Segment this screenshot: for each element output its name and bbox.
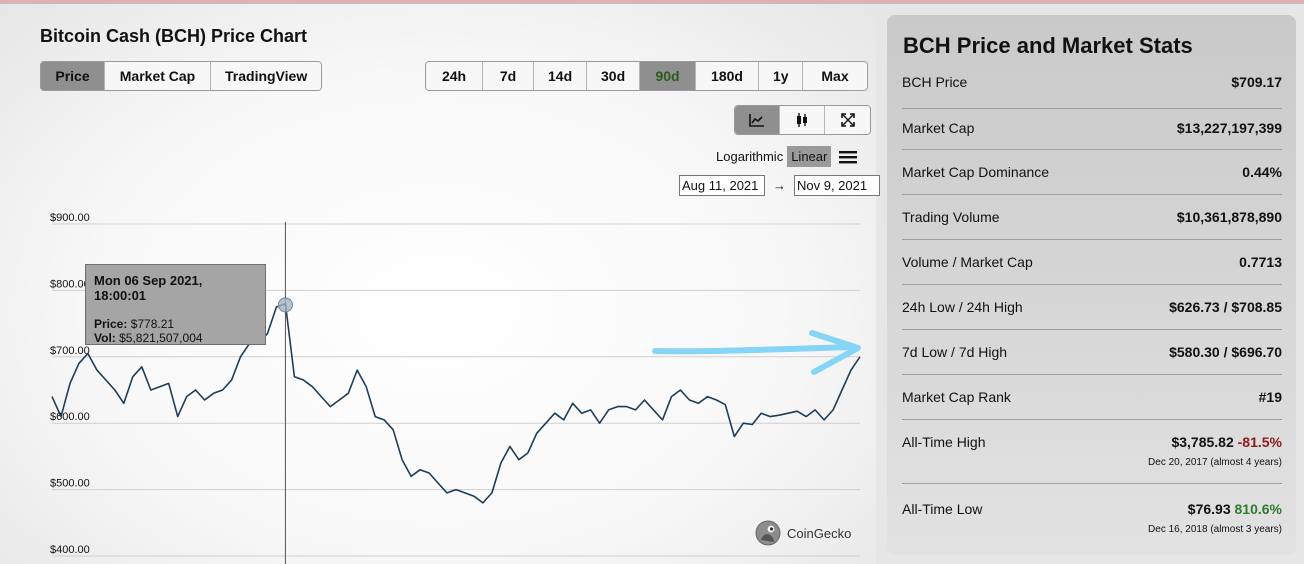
stat-label: Volume / Market Cap (902, 254, 1033, 270)
stat-value: $10,361,878,890 (1176, 209, 1282, 225)
stat-row-volume-market-cap: Volume / Market Cap 0.7713 (902, 239, 1282, 285)
tooltip-vol-value: $5,821,507,004 (119, 331, 203, 345)
stat-row-7d-range: 7d Low / 7d High $580.30 / $696.70 (902, 329, 1282, 375)
stat-row-price: BCH Price $709.17 (902, 72, 1282, 109)
y-tick-label: $900.00 (50, 212, 90, 224)
stat-row-ath: All-Time High $3,785.82 -81.5% Dec 20, 2… (902, 419, 1282, 484)
stats-title: BCH Price and Market Stats (903, 33, 1193, 58)
coingecko-brand[interactable]: CoinGecko (755, 520, 851, 546)
gecko-logo-icon (755, 520, 781, 546)
atl-date: Dec 16, 2018 (almost 3 years) (1148, 524, 1282, 535)
stat-value: 0.7713 (1239, 254, 1282, 270)
stat-row-24h-range: 24h Low / 24h High $626.73 / $708.85 (902, 284, 1282, 330)
ath-value: $3,785.82 (1171, 434, 1234, 450)
y-tick-label: $400.00 (50, 544, 90, 556)
y-tick-label: $500.00 (50, 478, 90, 490)
stat-value: $709.17 (1231, 74, 1282, 90)
stat-row-market-cap: Market Cap $13,227,197,399 (902, 108, 1282, 150)
tooltip-vol-row: Vol: $5,821,507,004 (94, 331, 257, 345)
stat-label: Market Cap Rank (902, 389, 1011, 405)
price-tooltip: Mon 06 Sep 2021, 18:00:01 Price: $778.21… (85, 264, 266, 345)
stat-value: $580.30 / $696.70 (1169, 344, 1282, 360)
stat-value: #19 (1258, 389, 1282, 405)
tooltip-price-label: Price: (94, 317, 128, 331)
ath-change: -81.5% (1237, 434, 1282, 450)
stat-label: 7d Low / 7d High (902, 344, 1008, 360)
stat-label: 24h Low / 24h High (902, 299, 1023, 315)
stat-row-dominance: Market Cap Dominance 0.44% (902, 149, 1282, 195)
stat-label: Trading Volume (902, 209, 1000, 225)
stat-label: BCH Price (902, 74, 968, 90)
stat-label: Market Cap (902, 120, 975, 136)
brand-name: CoinGecko (787, 525, 852, 541)
ath-values: $3,785.82 -81.5% (1171, 434, 1282, 450)
stat-row-rank: Market Cap Rank #19 (902, 374, 1282, 420)
atl-value: $76.93 (1187, 501, 1231, 517)
stat-label: All-Time High (902, 434, 986, 450)
hand-drawn-arrow-icon (652, 330, 861, 375)
tooltip-vol-label: Vol: (94, 331, 116, 345)
stat-row-volume: Trading Volume $10,361,878,890 (902, 194, 1282, 240)
stat-label: All-Time Low (902, 501, 983, 517)
y-tick-label: $800.00 (50, 278, 90, 290)
hover-point-marker (277, 297, 293, 313)
atl-change: 810.6% (1234, 501, 1282, 517)
market-stats-panel: BCH Price and Market Stats BCH Price $70… (887, 15, 1296, 555)
tooltip-price-value: $778.21 (130, 317, 175, 331)
stat-label: Market Cap Dominance (902, 164, 1050, 180)
stat-row-atl: All-Time Low $76.93 810.6% Dec 16, 2018 … (902, 483, 1282, 549)
y-tick-label: $600.00 (50, 411, 90, 423)
stat-value: 0.44% (1242, 164, 1282, 180)
y-tick-label: $700.00 (50, 345, 90, 357)
ath-date: Dec 20, 2017 (almost 4 years) (1148, 457, 1282, 468)
stat-value: $626.73 / $708.85 (1169, 299, 1282, 315)
stat-value: $13,227,197,399 (1176, 120, 1282, 136)
atl-values: $76.93 810.6% (1188, 501, 1282, 517)
tooltip-date: Mon 06 Sep 2021, 18:00:01 (94, 273, 203, 303)
tooltip-price-row: Price: $778.21 (94, 317, 257, 331)
